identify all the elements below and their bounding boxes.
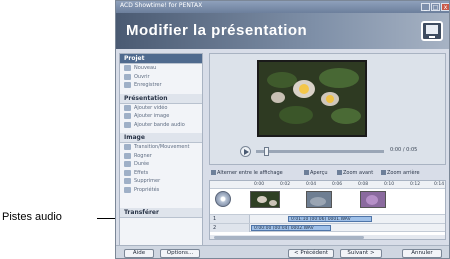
app-window: ACD Showtime! for PENTAX _ □ x Modifier … [115,0,450,259]
sidebar-item-proprietes[interactable]: Propriétés [120,186,202,195]
preview-button[interactable]: Aperçu [304,169,328,178]
playback-time: 0:00 / 0:05 [390,147,418,153]
cancel-button[interactable]: Annuler [402,249,442,258]
options-button[interactable]: Options... [160,249,200,258]
audio-track-header: 2 [210,224,250,232]
save-icon [124,82,131,88]
sidebar-item-ajouter-audio[interactable]: Ajouter bande audio [120,121,202,130]
properties-icon [124,186,131,193]
sidebar-item-rogner[interactable]: Rogner [120,152,202,161]
close-button[interactable]: x [441,3,449,11]
video-icon [124,104,131,111]
timeline-clip-rocks[interactable] [306,191,332,208]
open-folder-icon [124,73,131,80]
sidebar-item-enregistrer[interactable]: Enregistrer [120,81,202,90]
toggle-view-icon [211,170,216,175]
audio-track-header: 1 [210,215,250,223]
audio-clip[interactable]: 0:00:00 (00:04) 0002.WAV [251,225,331,231]
sidebar-item-effets[interactable]: Effets [120,169,202,178]
zoom-out-icon [381,170,386,175]
sidebar-section-presentation[interactable]: Présentation [120,93,202,104]
page-title: Modifier la présentation [126,22,308,39]
disc-icon [215,191,231,207]
sidebar-section-image[interactable]: Image [120,133,202,143]
zoom-in-icon [337,170,342,175]
audio-clip[interactable]: 0:01:10 (00:06) 0001.WAV [288,216,372,222]
ruler-tick: 0:14 [434,182,445,187]
ruler-tick: 0:02 [280,182,291,187]
ruler-tick: 0:04 [306,182,317,187]
zoom-out-button[interactable]: Zoom arrière [381,169,420,178]
sidebar-item-nouveau[interactable]: Nouveau [120,64,202,73]
monitor-icon [421,21,443,41]
crop-icon [124,152,131,159]
sidebar-section-transferer[interactable]: Transférer [120,208,202,218]
maximize-button[interactable]: □ [431,3,440,11]
playback-slider[interactable] [256,150,384,153]
sidebar-item-ouvrir[interactable]: Ouvrir [120,73,202,82]
zoom-in-button[interactable]: Zoom avant [337,169,373,178]
next-button[interactable]: Suivant > [340,249,382,258]
ruler-tick: 0:10 [384,182,395,187]
minimize-button[interactable]: _ [421,3,430,11]
timeline-clip-flowers[interactable] [360,191,386,208]
preview-image-water-lilies [257,60,367,137]
audio-track-1: 1 0:01:10 (00:06) 0001.WAV [210,214,445,223]
timeline-scrollbar-thumb[interactable] [214,236,364,239]
image-icon [124,113,131,119]
ruler-tick: 0:12 [410,182,421,187]
sidebar: Projet Nouveau Ouvrir Enregistrer Présen… [119,53,203,249]
audio-icon [124,121,131,128]
sidebar-item-transition[interactable]: Transition/Mouvement [120,143,202,152]
previous-button[interactable]: < Précédent [288,249,334,258]
help-button[interactable]: Aide [124,249,154,258]
effects-icon [124,169,131,176]
sidebar-item-ajouter-video[interactable]: Ajouter vidéo [120,104,202,113]
ruler-tick: 0:08 [358,182,369,187]
toggle-view-button[interactable]: Alterner entre le affichage [211,169,283,178]
sidebar-section-projet[interactable]: Projet [120,54,202,64]
timeline-toolbar: Alterner entre le affichage Aperçu Zoom … [209,169,446,178]
preview-panel: 0:00 / 0:05 [209,53,446,165]
sidebar-item-ajouter-image[interactable]: Ajouter image [120,112,202,121]
page-header: Modifier la présentation [116,13,449,49]
new-file-icon [124,65,131,71]
sidebar-item-supprimer[interactable]: Supprimer [120,177,202,186]
sidebar-item-duree[interactable]: Durée [120,160,202,169]
audio-track-2: 2 0:00:00 (00:04) 0002.WAV [210,223,445,232]
clock-icon [124,161,131,167]
callout-label-pistes-audio: Pistes audio [2,211,62,223]
window-title: ACD Showtime! for PENTAX [120,2,203,9]
timeline: 0:00 0:02 0:04 0:06 0:08 0:10 0:12 0:14 … [209,180,446,240]
ruler-tick: 0:06 [332,182,343,187]
delete-icon [124,178,131,184]
title-bar: ACD Showtime! for PENTAX _ □ x [116,1,449,13]
timeline-scrollbar[interactable] [210,235,445,239]
timeline-ruler: 0:00 0:02 0:04 0:06 0:08 0:10 0:12 0:14 [210,181,445,189]
preview-icon [304,170,309,175]
ruler-tick: 0:00 [254,182,265,187]
transition-icon [124,144,131,150]
play-button[interactable] [240,146,251,157]
bottom-button-bar: Aide Options... < Précédent Suivant > An… [116,245,449,258]
timeline-clip-lilies[interactable] [250,191,280,208]
playback-slider-thumb[interactable] [264,147,270,156]
